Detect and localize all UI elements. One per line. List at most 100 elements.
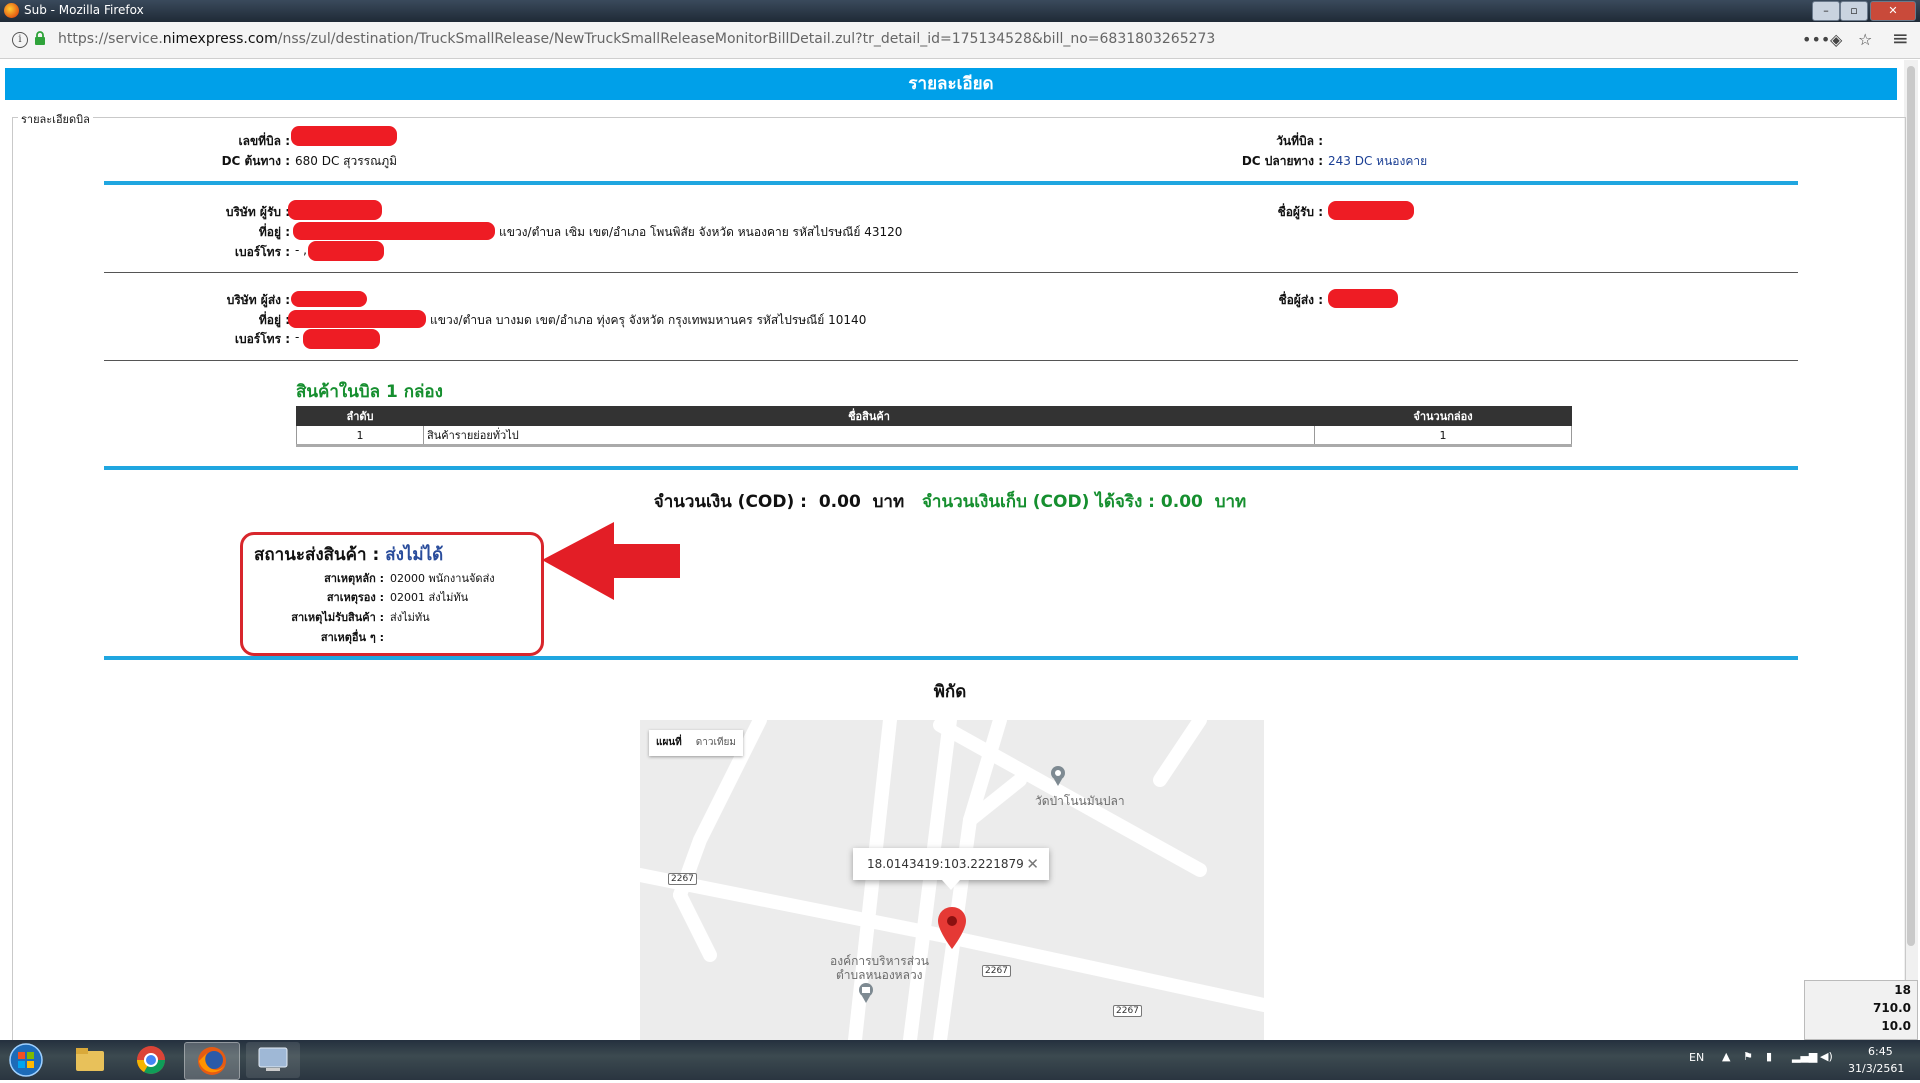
government-poi-icon[interactable] xyxy=(857,982,875,1004)
items-header-row: ลำดับ ชื่อสินค้า จำนวนกล่อง xyxy=(296,406,1572,426)
explorer-taskbar-button[interactable] xyxy=(62,1042,116,1078)
cell-product: สินค้ารายย่อยทั่วไป xyxy=(423,425,1315,446)
bill-no-label: เลขที่บิล : xyxy=(238,134,290,148)
scrollbar-thumb[interactable] xyxy=(1907,66,1915,946)
firefox-icon xyxy=(4,3,19,18)
divider-blue-3 xyxy=(104,656,1798,660)
url-domain: nimexpress.com xyxy=(162,31,278,47)
items-table: ลำดับ ชื่อสินค้า จำนวนกล่อง 1 สินค้ารายย… xyxy=(296,406,1572,447)
bill-date-label: วันที่บิล : xyxy=(1276,134,1323,148)
dest-dc-value: 243 DC หนองคาย xyxy=(1328,154,1428,168)
receiver-company-label: บริษัท ผู้รับ : xyxy=(225,205,290,219)
map-label-office-line2[interactable]: ตำบลหนองหลวง xyxy=(836,966,923,985)
network-app-taskbar-button[interactable] xyxy=(246,1042,300,1078)
temple-poi-icon[interactable] xyxy=(1049,765,1067,787)
coordinates-text: 18.0143419:103.2221879 xyxy=(867,857,1024,871)
url-path: /nss/zul/destination/TruckSmallRelease/N… xyxy=(277,31,1216,47)
cod-collected-value: 0.00 xyxy=(1160,492,1203,512)
delivery-status-value: ส่งไม่ได้ xyxy=(385,545,444,565)
map-tab-satellite[interactable]: ดาวเทียม xyxy=(689,730,743,756)
coordinates-info-window: 18.0143419:103.2221879 ✕ xyxy=(853,848,1049,880)
cod-collected-label: จำนวนเงินเก็บ (COD) ได้จริง : xyxy=(921,492,1155,512)
minimize-button[interactable]: – xyxy=(1812,1,1840,21)
sender-address-value: แขวง/ตำบล บางมด เขต/อำเภอ ทุ่งครุ จังหวั… xyxy=(430,313,867,327)
map-type-tabs[interactable]: แผนที่ ดาวเทียม xyxy=(649,730,743,756)
start-button-icon[interactable] xyxy=(6,1042,46,1078)
show-hidden-icons-icon[interactable]: ▲ xyxy=(1722,1050,1730,1063)
close-window-button[interactable]: ✕ xyxy=(1870,1,1916,21)
redaction-sender-phone xyxy=(303,329,380,349)
cod-amount-label: จำนวนเงิน (COD) : xyxy=(653,492,807,512)
redaction-bill-no xyxy=(291,126,397,146)
network-meter-widget: 18 710.0 10.0 xyxy=(1804,980,1918,1040)
clock-date[interactable]: 31/3/2561 xyxy=(1848,1062,1904,1075)
divider-blue-2 xyxy=(104,466,1798,470)
hamburger-menu-icon[interactable]: ≡ xyxy=(1892,26,1909,50)
page-scrollbar[interactable] xyxy=(1904,60,1918,1040)
action-center-flag-icon[interactable]: ⚑ xyxy=(1743,1050,1753,1063)
url-prefix: https://service. xyxy=(58,31,163,47)
sender-phone-label: เบอร์โทร : xyxy=(234,332,290,346)
cod-amount-value: 0.00 xyxy=(818,492,861,512)
bookmark-star-icon[interactable]: ☆ xyxy=(1858,30,1872,49)
network-tray-icon[interactable]: ▮ xyxy=(1766,1050,1772,1063)
divider-blue-1 xyxy=(104,181,1798,185)
delivery-status: สถานะส่งสินค้า : ส่งไม่ได้ xyxy=(254,541,443,568)
bill-fieldset-legend: รายละเอียดบิล xyxy=(18,110,93,128)
reason-not-received-value: ส่งไม่ทัน xyxy=(390,611,430,624)
sender-name-label: ชื่อผู้ส่ง : xyxy=(1278,293,1323,307)
language-indicator[interactable]: EN xyxy=(1689,1051,1704,1064)
lock-icon[interactable] xyxy=(34,31,46,45)
sender-company-label: บริษัท ผู้ส่ง : xyxy=(226,293,290,307)
window-title: Sub - Mozilla Firefox xyxy=(24,3,144,17)
location-map[interactable]: แผนที่ ดาวเทียม วัดป่าโนนมันปลา 2267 226… xyxy=(640,720,1264,1040)
maximize-button[interactable]: ▫ xyxy=(1840,1,1868,21)
location-pin-icon[interactable] xyxy=(938,907,966,949)
url-text[interactable]: https://service.nimexpress.com/nss/zul/d… xyxy=(58,31,1215,47)
col-header-box-count: จำนวนกล่อง xyxy=(1314,406,1572,426)
clock-time[interactable]: 6:45 xyxy=(1868,1045,1893,1058)
signal-tray-icon[interactable]: ▂▄▆ xyxy=(1792,1050,1817,1063)
red-arrow-icon xyxy=(542,522,680,600)
redaction-receiver-phone xyxy=(308,241,384,261)
chrome-taskbar-button[interactable] xyxy=(124,1042,178,1078)
page-actions-menu-icon[interactable]: ••• xyxy=(1802,30,1830,49)
cod-summary: จำนวนเงิน (COD) : 0.00 บาท จำนวนเงินเก็บ… xyxy=(0,488,1900,515)
map-label-temple[interactable]: วัดป่าโนนมันปลา xyxy=(1035,792,1125,811)
dest-dc-label: DC ปลายทาง : xyxy=(1241,154,1323,168)
receiver-phone-label: เบอร์โทร : xyxy=(234,245,290,259)
firefox-icon xyxy=(198,1047,226,1075)
map-tab-map[interactable]: แผนที่ xyxy=(649,730,689,756)
road-shield-2267: 2267 xyxy=(668,873,697,885)
chrome-icon xyxy=(137,1046,165,1074)
reason-other-label: สาเหตุอื่น ๆ : xyxy=(320,631,384,644)
origin-dc-label: DC ต้นทาง : xyxy=(221,154,290,168)
redaction-sender-company xyxy=(291,291,367,307)
col-header-seq: ลำดับ xyxy=(296,406,424,426)
divider-gray-1 xyxy=(104,272,1798,273)
redaction-sender-address xyxy=(288,310,426,328)
volume-tray-icon[interactable]: ◀) xyxy=(1820,1050,1833,1063)
receiver-address-value: แขวง/ตำบล เซิม เขต/อำเภอ โพนพิสัย จังหวั… xyxy=(499,225,903,239)
sender-phone-value: - xyxy=(295,330,300,344)
address-bar[interactable]: i https://service.nimexpress.com/nss/zul… xyxy=(0,22,1920,59)
table-row: 1 สินค้ารายย่อยทั่วไป 1 xyxy=(296,425,1572,446)
folder-icon xyxy=(76,1048,104,1071)
cod-amount-unit: บาท xyxy=(872,492,905,512)
road-shield-2267: 2267 xyxy=(982,965,1011,977)
info-window-tail xyxy=(942,880,960,890)
receiver-address-label: ที่อยู่ : xyxy=(258,225,290,239)
sender-address-label: ที่อยู่ : xyxy=(258,313,290,327)
cell-box-count: 1 xyxy=(1314,425,1572,446)
receiver-name-label: ชื่อผู้รับ : xyxy=(1277,205,1323,219)
pocket-icon[interactable]: ◈ xyxy=(1830,30,1842,49)
reason-main-label: สาเหตุหลัก : xyxy=(324,572,384,585)
firefox-taskbar-button[interactable] xyxy=(184,1042,240,1080)
col-header-product: ชื่อสินค้า xyxy=(423,406,1315,426)
origin-dc-value: 680 DC สุวรรณภูมิ xyxy=(295,154,398,168)
redaction-receiver-company xyxy=(288,200,382,220)
divider-gray-2 xyxy=(104,360,1798,361)
reason-not-received-label: สาเหตุไม่รับสินค้า : xyxy=(291,611,384,624)
info-window-close-icon[interactable]: ✕ xyxy=(1026,848,1039,880)
site-info-icon[interactable]: i xyxy=(12,32,28,48)
